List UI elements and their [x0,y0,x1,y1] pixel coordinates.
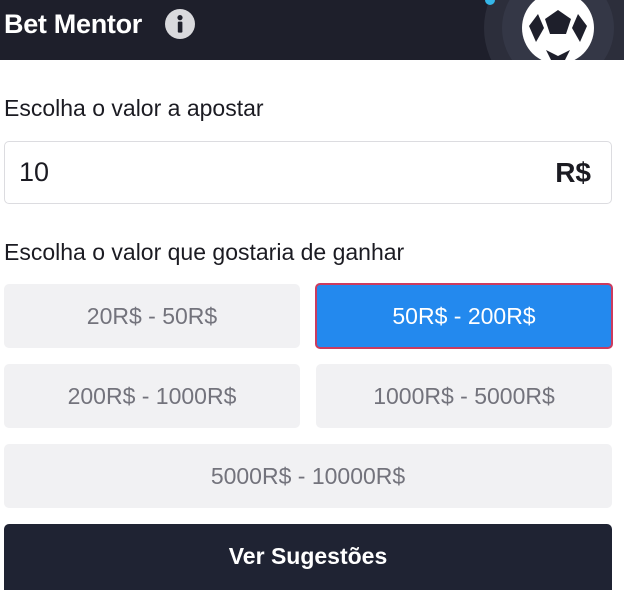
winnings-option-5000-10000[interactable]: 5000R$ - 10000R$ [4,444,612,508]
winnings-option-50-200[interactable]: 50R$ - 200R$ [315,283,613,349]
currency-label: R$ [555,157,591,188]
soccer-ball-icon [484,0,624,60]
app-header: Bet Mentor [0,0,624,60]
winnings-option-20-50[interactable]: 20R$ - 50R$ [4,284,300,348]
app-title: Bet Mentor [4,9,142,39]
stake-label: Escolha o valor a apostar [4,95,264,121]
stake-field: R$ [4,141,612,204]
view-suggestions-button[interactable]: Ver Sugestões [4,524,612,590]
stake-input[interactable] [19,142,489,202]
winnings-option-200-1000[interactable]: 200R$ - 1000R$ [4,364,300,428]
winnings-option-1000-5000[interactable]: 1000R$ - 5000R$ [316,364,612,428]
winnings-label: Escolha o valor que gostaria de ganhar [4,239,405,265]
info-icon[interactable] [165,9,195,39]
